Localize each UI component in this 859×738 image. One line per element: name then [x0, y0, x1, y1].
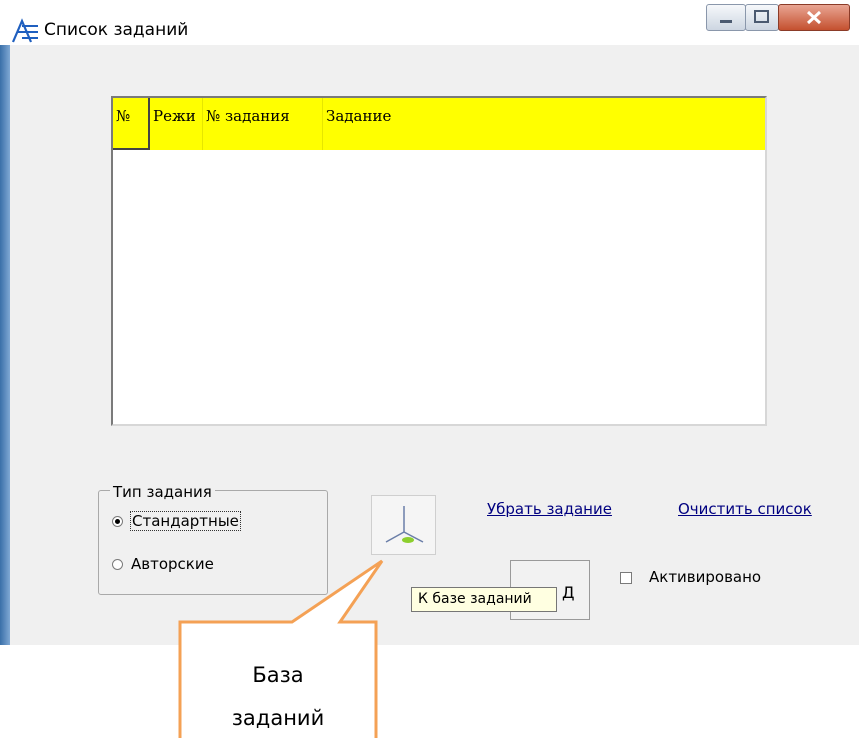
- maximize-button[interactable]: [745, 4, 779, 31]
- column-header-task[interactable]: Задание: [323, 98, 765, 150]
- window-frame-left: [0, 45, 10, 645]
- remove-task-link[interactable]: Убрать задание: [487, 500, 612, 518]
- column-header-task-number[interactable]: № задания: [203, 98, 323, 150]
- task-base-tooltip: К базе заданий: [411, 587, 557, 612]
- window-title: Список заданий: [44, 20, 189, 40]
- close-icon: [806, 10, 822, 25]
- radio-standard[interactable]: Стандартные: [112, 511, 241, 531]
- task-type-group: [98, 490, 328, 595]
- app-logo-icon: [11, 18, 38, 43]
- to-task-base-button-label: Д: [562, 583, 575, 602]
- activated-label: Активировано: [649, 568, 762, 586]
- task-list-table[interactable]: № Режи № задания Задание: [111, 96, 767, 426]
- activated-checkbox[interactable]: [620, 572, 632, 584]
- minimize-icon: [720, 20, 732, 23]
- column-header-mode[interactable]: Режи: [150, 98, 203, 150]
- radio-author-indicator[interactable]: [112, 558, 123, 570]
- task-type-group-title: Тип задания: [110, 483, 215, 501]
- callout-text-line1: База: [252, 663, 304, 687]
- task-base-icon: [385, 506, 424, 543]
- minimize-button[interactable]: [706, 4, 746, 31]
- clear-list-link[interactable]: Очистить список: [678, 500, 812, 518]
- close-button[interactable]: [778, 4, 850, 31]
- radio-standard-label: Стандартные: [130, 511, 241, 531]
- radio-author[interactable]: Авторские: [112, 555, 214, 573]
- radio-author-label: Авторские: [131, 555, 214, 573]
- maximize-icon: [754, 10, 769, 23]
- callout-text-line2: заданий: [231, 706, 325, 730]
- radio-standard-indicator[interactable]: [112, 515, 123, 527]
- column-header-number[interactable]: №: [113, 98, 150, 150]
- task-list-header: № Режи № задания Задание: [113, 98, 765, 150]
- task-base-button[interactable]: [371, 495, 436, 555]
